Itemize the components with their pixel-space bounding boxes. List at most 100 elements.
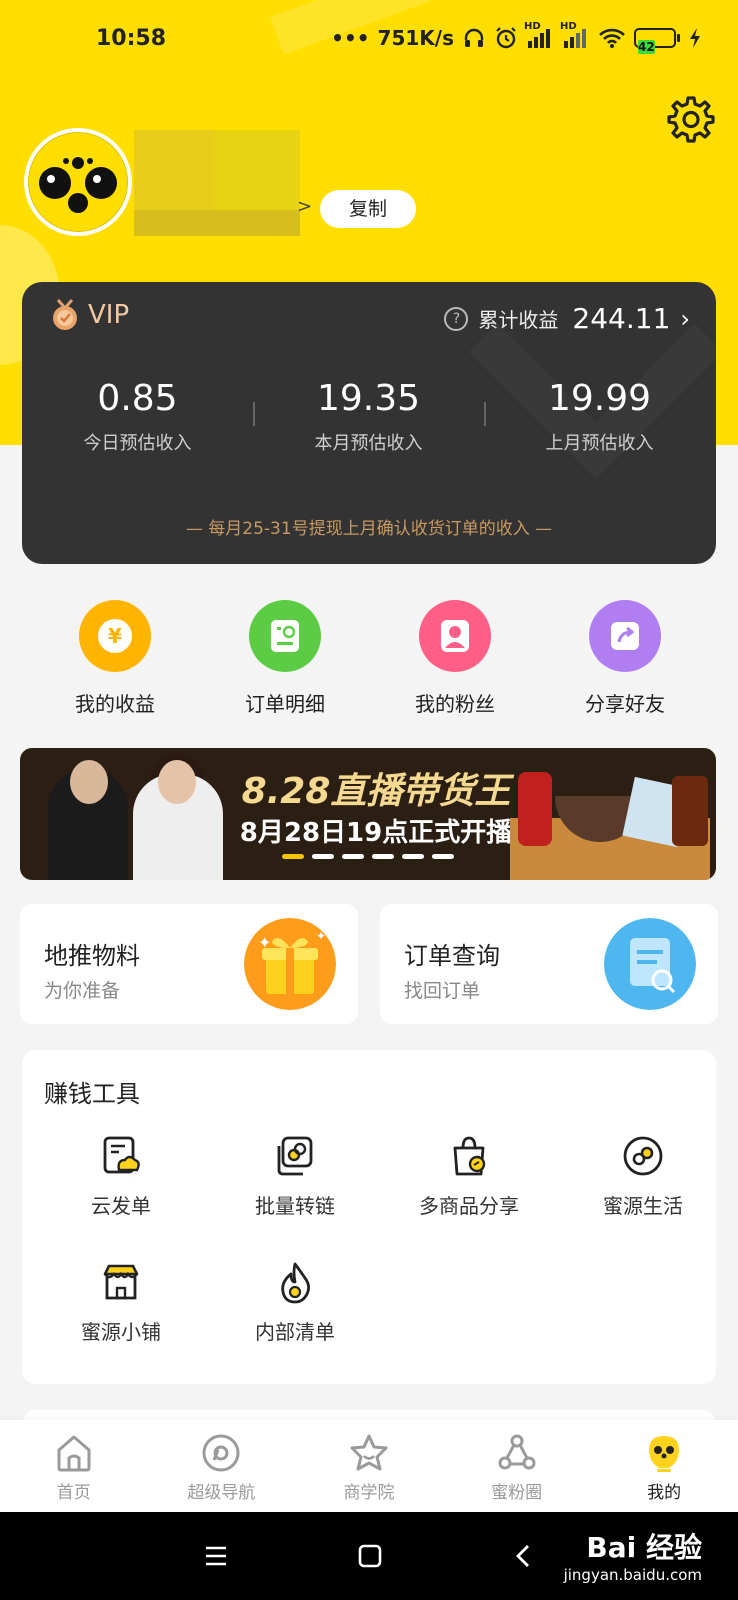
- status-time: 10:58: [96, 26, 167, 51]
- tool-cloud-order[interactable]: 云发单: [34, 1134, 208, 1219]
- quick-action-label: 我的收益: [75, 692, 155, 716]
- carousel-dots: [282, 854, 454, 859]
- vip-badge: VIP: [50, 298, 129, 332]
- help-icon[interactable]: ?: [444, 306, 469, 331]
- settings-gear-icon[interactable]: [666, 94, 716, 144]
- watermark-brand: Bai 经验: [586, 1531, 702, 1564]
- tool-batch-link[interactable]: 批量转链: [208, 1134, 382, 1219]
- bee-icon: [649, 1436, 680, 1472]
- home-square-icon[interactable]: [350, 1538, 390, 1574]
- order-lookup-card[interactable]: 订单查询 找回订单: [380, 904, 718, 1024]
- copy-button[interactable]: 复制: [320, 190, 416, 228]
- promo-title: 地推物料: [44, 942, 140, 970]
- username-redacted: [134, 130, 300, 236]
- stat-last-month: 19.99 上月预估收入: [484, 378, 715, 455]
- share-friends-button[interactable]: 分享好友: [550, 600, 700, 717]
- star-icon: [350, 1434, 388, 1471]
- bottom-tab-bar: 首页 超级导航 商学院 蜜粉圈 我的: [0, 1420, 738, 1512]
- tool-label: 蜜源小铺: [81, 1320, 161, 1344]
- chevron-right-icon: >: [297, 196, 313, 217]
- total-earnings-label: 累计收益: [478, 308, 559, 332]
- svg-text:✦: ✦: [316, 929, 326, 943]
- stat-label: 上月预估收入: [545, 433, 654, 454]
- carousel-dot[interactable]: [282, 854, 304, 859]
- home-icon: [57, 1435, 91, 1472]
- product-serum-image: [672, 776, 708, 846]
- stat-value: 0.85: [97, 378, 178, 419]
- wifi-icon: [599, 28, 625, 48]
- tab-mine[interactable]: 我的: [599, 1420, 729, 1512]
- watermark: Bai 经验 jingyan.baidu.com: [564, 1526, 702, 1584]
- yen-icon: ¥: [79, 600, 151, 672]
- tab-home[interactable]: 首页: [9, 1420, 139, 1512]
- charging-icon: [690, 28, 700, 48]
- my-fans-button[interactable]: 我的粉丝: [380, 600, 530, 717]
- share-icon: [589, 600, 661, 672]
- carousel-dot[interactable]: [402, 854, 424, 859]
- tool-internal-list[interactable]: 内部清单: [208, 1260, 382, 1345]
- tool-multi-share[interactable]: 多商品分享: [382, 1134, 556, 1219]
- section-title: 赚钱工具: [44, 1080, 140, 1108]
- carousel-dot[interactable]: [312, 854, 334, 859]
- search-document-icon: [604, 918, 696, 1010]
- promo-subtitle: 找回订单: [404, 980, 481, 1002]
- stat-label: 本月预估收入: [314, 433, 423, 454]
- my-earnings-button[interactable]: ¥ 我的收益: [40, 600, 190, 717]
- tool-label: 多商品分享: [419, 1194, 519, 1218]
- avatar[interactable]: [24, 128, 132, 236]
- tab-business-school[interactable]: 商学院: [304, 1420, 434, 1512]
- quick-action-label: 分享好友: [585, 692, 665, 716]
- quick-action-label: 我的粉丝: [415, 692, 495, 716]
- flame-icon: [281, 1262, 310, 1304]
- bag-icon: [453, 1136, 486, 1176]
- tool-miyuan-store[interactable]: 蜜源小铺: [34, 1260, 208, 1345]
- tab-label: 超级导航: [187, 1483, 256, 1503]
- total-earnings[interactable]: ? 累计收益 244.11 ›: [444, 302, 690, 335]
- cloud-doc-icon: [103, 1136, 140, 1174]
- svg-text:¥: ¥: [108, 624, 122, 648]
- more-dots-icon: •••: [331, 26, 370, 50]
- link-stack-icon: [277, 1136, 313, 1176]
- promo-materials-card[interactable]: 地推物料 为你准备 ✦ ✦: [20, 904, 358, 1024]
- tab-label: 首页: [56, 1483, 91, 1503]
- svg-text:✦: ✦: [258, 933, 271, 952]
- stat-value: 19.99: [547, 378, 652, 419]
- signal-1-icon: HD: [524, 21, 554, 49]
- status-bar: 10:58 ••• 751K/s HD HD 42: [0, 0, 738, 86]
- carousel-dot[interactable]: [372, 854, 394, 859]
- chevron-right-icon: ›: [680, 304, 690, 333]
- banner-subtitle: 8月28日19点正式开播: [239, 818, 513, 848]
- vip-label: VIP: [88, 300, 130, 330]
- user-icon: [419, 600, 491, 672]
- quick-action-label: 订单明细: [245, 692, 325, 716]
- tab-label: 商学院: [343, 1483, 395, 1503]
- earning-tools-section: 赚钱工具 云发单 批量转链 多商品分享 蜜源生活 蜜源小铺 内部清单: [22, 1050, 716, 1384]
- watermark-url: jingyan.baidu.com: [563, 1566, 702, 1584]
- product-bottle-image: [518, 772, 552, 846]
- carousel-dot[interactable]: [342, 854, 364, 859]
- tab-fan-circle[interactable]: 蜜粉圈: [452, 1420, 582, 1512]
- promo-subtitle: 为你准备: [44, 980, 121, 1002]
- menu-icon[interactable]: [196, 1538, 236, 1574]
- live-stream-banner[interactable]: 8.28直播带货王 8月28日19点正式开播: [20, 748, 716, 880]
- order-details-button[interactable]: 订单明细: [210, 600, 360, 717]
- chain-icon: [623, 1136, 663, 1176]
- stat-label: 今日预估收入: [83, 433, 192, 454]
- store-icon: [103, 1264, 139, 1300]
- banner-title: 8.28直播带货王: [241, 771, 511, 812]
- tab-super-nav[interactable]: 超级导航: [156, 1420, 286, 1512]
- back-icon[interactable]: [504, 1538, 544, 1574]
- compass-icon: [202, 1434, 240, 1472]
- promo-title: 订单查询: [404, 942, 500, 970]
- vip-earnings-card: VIP ? 累计收益 244.11 › 0.85 今日预估收入 19.35 本月…: [22, 282, 716, 564]
- tool-miyuan-life[interactable]: 蜜源生活: [556, 1134, 730, 1219]
- tool-label: 批量转链: [255, 1194, 335, 1218]
- network-speed: 751K/s: [377, 26, 454, 50]
- gift-icon: ✦ ✦: [244, 918, 336, 1010]
- carousel-dot[interactable]: [432, 854, 454, 859]
- tool-label: 内部清单: [255, 1320, 335, 1344]
- circle-network-icon: [498, 1434, 536, 1470]
- system-nav-bar: Bai 经验 jingyan.baidu.com: [0, 1512, 738, 1600]
- order-doc-icon: [249, 600, 321, 672]
- medal-icon: [53, 299, 77, 330]
